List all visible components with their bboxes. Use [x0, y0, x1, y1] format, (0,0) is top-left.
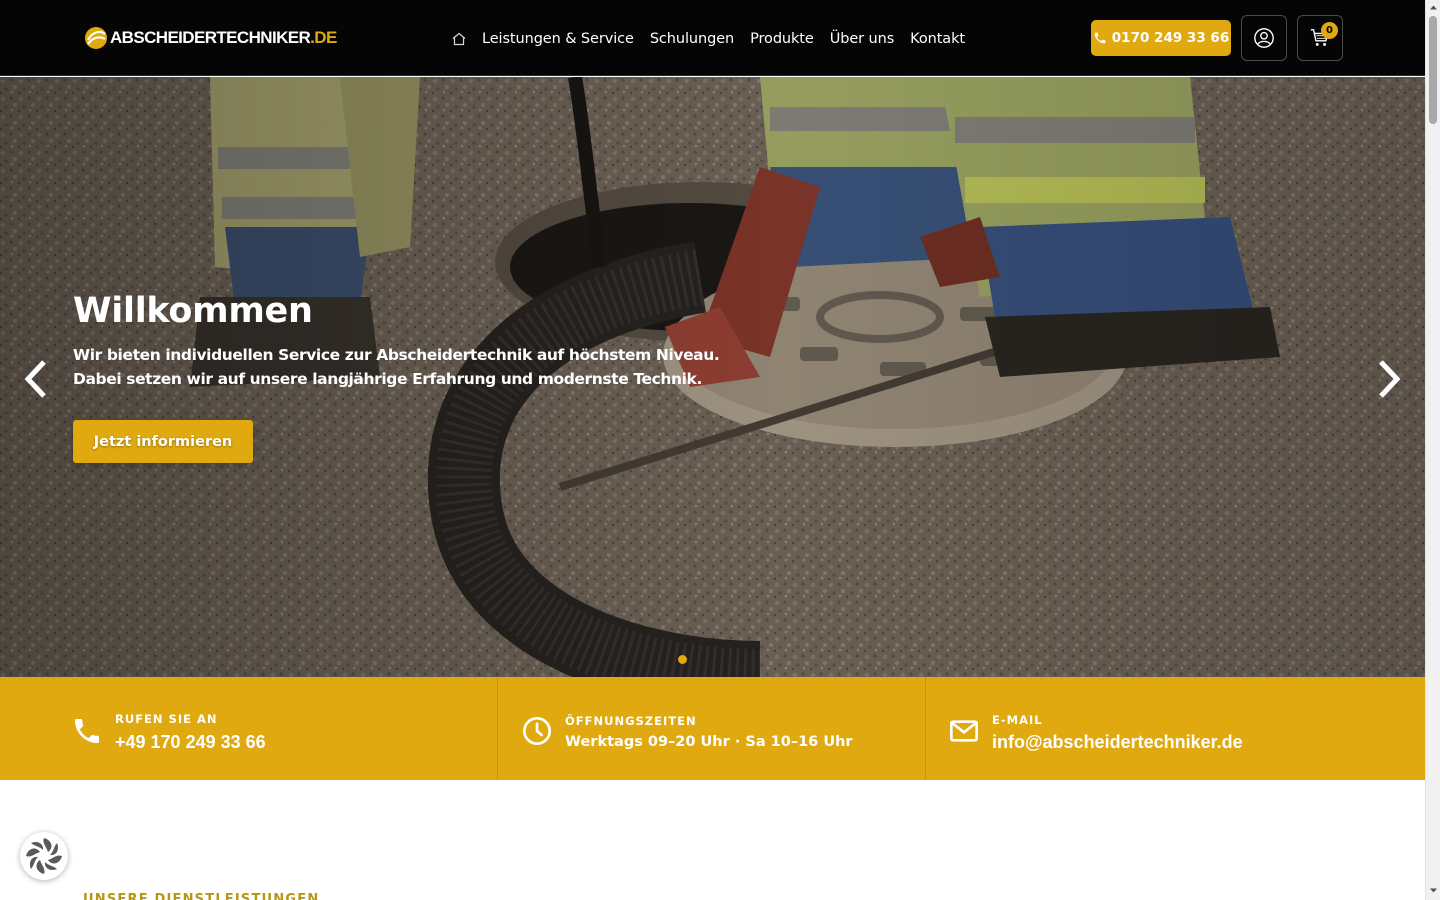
mail-icon	[950, 720, 978, 742]
info-email-label: E-MAIL	[992, 713, 1043, 727]
hero-text-line2: Dabei setzen wir auf unsere langjährige …	[73, 370, 702, 388]
user-icon	[1254, 28, 1274, 48]
info-email[interactable]: E-MAIL info@abscheidertechniker.de	[926, 677, 1425, 780]
hero-cta-button[interactable]: Jetzt informieren	[73, 420, 253, 463]
phone-button-label: 0170 249 33 66	[1111, 30, 1230, 46]
clock-icon	[523, 717, 551, 745]
hero-title: Willkommen	[73, 291, 313, 331]
logo-mark-icon	[85, 27, 107, 49]
nav-item-ueber-uns[interactable]: Über uns	[830, 31, 895, 47]
nav-item-produkte[interactable]: Produkte	[750, 31, 814, 47]
site-header: ABSCHEIDERTECHNIKER.DE Leistungen & Serv…	[0, 0, 1425, 76]
info-hours: ÖFFNUNGSZEITEN Werktags 09–20 Uhr · Sa 1…	[498, 677, 926, 780]
phone-icon	[75, 719, 99, 743]
hero-text-line1: Wir bieten individuellen Service zur Abs…	[73, 346, 720, 364]
slider-next-button[interactable]	[1375, 357, 1405, 401]
info-call-value[interactable]: +49 170 249 33 66	[115, 732, 266, 753]
slider-dot-active[interactable]	[678, 655, 687, 664]
main-nav: Leistungen & Service Schulungen Produkte…	[451, 28, 981, 50]
logo-text: ABSCHEIDERTECHNIKER.DE	[110, 28, 337, 47]
info-email-value[interactable]: info@abscheidertechniker.de	[992, 732, 1243, 753]
nav-item-leistungen[interactable]: Leistungen & Service	[482, 31, 634, 47]
contact-info-bar: RUFEN SIE AN +49 170 249 33 66 ÖFFNUNGSZ…	[0, 677, 1425, 780]
phone-button[interactable]: 0170 249 33 66	[1091, 20, 1231, 56]
spinner-logo-icon	[26, 838, 62, 874]
info-hours-value: Werktags 09–20 Uhr · Sa 10–16 Uhr	[565, 734, 853, 750]
scroll-up-arrow-icon[interactable]	[1429, 3, 1438, 12]
nav-item-kontakt[interactable]: Kontakt	[910, 31, 965, 47]
page-scrollbar[interactable]	[1425, 0, 1440, 900]
nav-item-schulungen[interactable]: Schulungen	[650, 31, 734, 47]
scrollbar-thumb[interactable]	[1429, 16, 1437, 124]
info-call-label: RUFEN SIE AN	[115, 712, 218, 726]
cart-button[interactable]: 0	[1297, 15, 1343, 61]
scroll-down-arrow-icon[interactable]	[1429, 886, 1438, 895]
services-section-label: UNSERE DIENSTLEISTUNGEN	[83, 892, 320, 900]
cart-count-badge: 0	[1321, 22, 1338, 39]
hero-slider: Willkommen Wir bieten individuellen Serv…	[0, 77, 1425, 677]
hero-text: Wir bieten individuellen Service zur Abs…	[73, 343, 753, 391]
phone-icon	[1094, 32, 1106, 44]
home-icon[interactable]	[451, 31, 467, 47]
account-button[interactable]	[1241, 15, 1287, 61]
logo-tld: .DE	[310, 28, 337, 47]
chevron-right-icon	[1379, 360, 1401, 398]
info-call[interactable]: RUFEN SIE AN +49 170 249 33 66	[0, 677, 498, 780]
floating-chat-widget[interactable]	[20, 832, 68, 880]
chevron-left-icon	[24, 360, 46, 398]
slider-prev-button[interactable]	[20, 357, 50, 401]
site-logo[interactable]: ABSCHEIDERTECHNIKER.DE	[84, 26, 337, 50]
info-hours-label: ÖFFNUNGSZEITEN	[565, 714, 697, 728]
